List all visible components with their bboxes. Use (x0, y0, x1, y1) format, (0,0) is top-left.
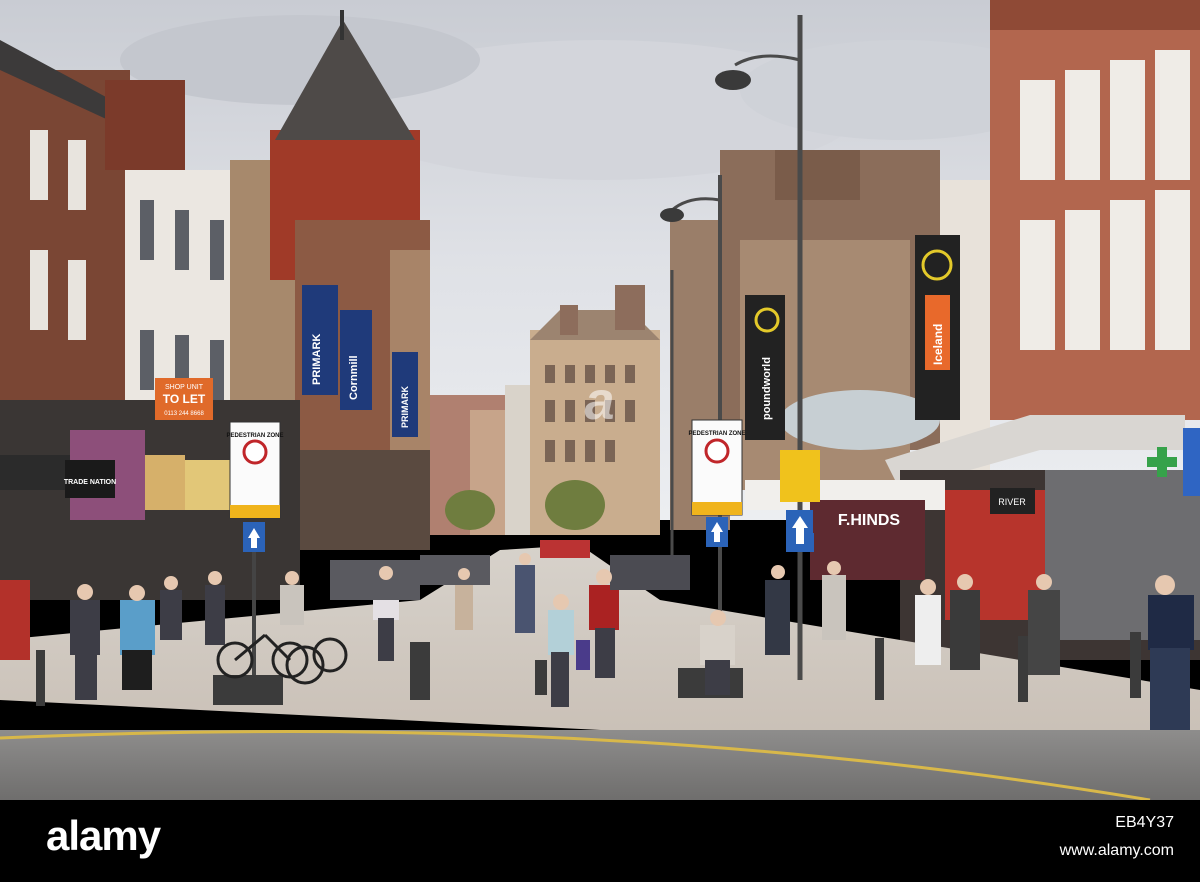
svg-text:SHOP UNIT: SHOP UNIT (165, 384, 204, 391)
svg-text:PEDESTRIAN ZONE: PEDESTRIAN ZONE (688, 431, 745, 437)
to-let-sign: SHOP UNIT TO LET 0113 244 8668 (155, 378, 213, 420)
image-id: EB4Y37 (1115, 814, 1174, 831)
site-url: www.alamy.com (1059, 842, 1174, 859)
svg-text:0113 244 8668: 0113 244 8668 (164, 411, 204, 417)
svg-text:PRIMARK: PRIMARK (311, 334, 323, 385)
alamy-logo: alamy (46, 812, 161, 859)
svg-text:PRIMARK: PRIMARK (400, 386, 410, 428)
footer-bar: alamy EB4Y37 www.alamy.com (0, 800, 1200, 882)
poundworld-banner: poundworld (745, 295, 785, 440)
svg-text:PEDESTRIAN ZONE: PEDESTRIAN ZONE (226, 433, 283, 439)
river-island-sign: RIVER (990, 488, 1035, 514)
svg-text:Cornmill: Cornmill (348, 355, 360, 400)
svg-text:TRADE NATION: TRADE NATION (64, 479, 116, 486)
primark-banner-1: PRIMARK (302, 285, 338, 395)
fhinds-sign: F.HINDS (813, 503, 925, 533)
svg-text:poundworld: poundworld (761, 357, 773, 420)
cornmill-banner: Cornmill (340, 310, 372, 410)
svg-text:TO LET: TO LET (163, 392, 206, 406)
iceland-banner: Iceland (915, 235, 960, 420)
svg-text:RIVER: RIVER (998, 497, 1026, 507)
svg-text:F.HINDS: F.HINDS (838, 512, 901, 529)
street-scene-photo: PRIMARK Cornmill PRIMARK poundworld Icel… (0, 0, 1200, 800)
trade-nation-sign: TRADE NATION (64, 460, 116, 498)
primark-banner-2: PRIMARK (392, 352, 418, 437)
svg-text:Iceland: Iceland (931, 324, 945, 365)
